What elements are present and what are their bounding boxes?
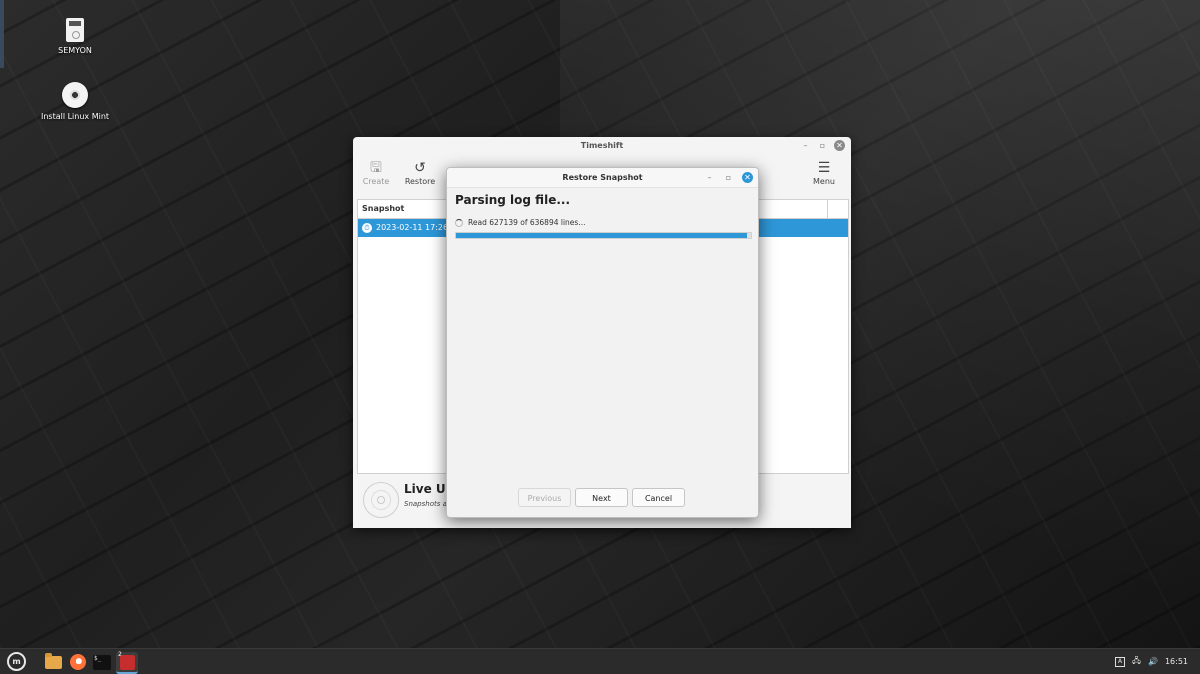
disc-icon	[363, 482, 399, 518]
create-label: Create	[362, 177, 390, 186]
mint-logo-icon: m	[12, 657, 21, 666]
snapshot-icon: ⏱	[362, 223, 372, 233]
desktop-icon-semyon[interactable]: SEMYON	[30, 18, 120, 55]
window-title: Timeshift	[580, 141, 624, 150]
usb-drive-icon	[66, 18, 84, 42]
clock[interactable]: 16:51	[1165, 657, 1188, 666]
minimize-button[interactable]: –	[704, 172, 715, 183]
file-manager-launcher[interactable]	[43, 652, 63, 672]
maximize-button[interactable]: ▫	[723, 172, 734, 183]
terminal-icon: $_	[93, 654, 111, 670]
window-count-badge: 2	[118, 651, 122, 658]
network-icon[interactable]: 🖧	[1132, 655, 1141, 669]
live-subtitle: Snapshots a	[404, 500, 447, 508]
restore-label: Restore	[404, 177, 436, 186]
cancel-button[interactable]: Cancel	[632, 488, 685, 507]
progress-status-text: Read 627139 of 636894 lines...	[468, 218, 586, 227]
create-button[interactable]: 🖫 Create	[356, 159, 396, 186]
timeshift-taskbar-button[interactable]: 2	[116, 651, 138, 674]
dialog-heading: Parsing log file...	[455, 193, 571, 207]
previous-button[interactable]: Previous	[518, 488, 571, 507]
window-controls: – ▫ ✕	[800, 140, 845, 151]
save-icon: 🖫	[370, 160, 382, 176]
folder-icon	[44, 652, 62, 669]
column-divider	[827, 200, 828, 218]
desktop: SEMYON Install Linux Mint Timeshift – ▫ …	[0, 0, 1200, 648]
terminal-launcher[interactable]: $_	[92, 652, 112, 672]
maximize-button[interactable]: ▫	[817, 140, 828, 151]
progress-status: Read 627139 of 636894 lines...	[455, 218, 585, 227]
volume-icon[interactable]: 🔊	[1148, 657, 1158, 666]
firefox-launcher[interactable]	[68, 652, 88, 672]
restore-button[interactable]: ↺ Restore	[400, 159, 440, 186]
disc-icon	[62, 82, 88, 108]
menu-button[interactable]: ☰ Menu	[804, 159, 844, 186]
next-button[interactable]: Next	[575, 488, 628, 507]
spinner-icon	[455, 218, 463, 227]
keyboard-layout-indicator[interactable]: A	[1115, 656, 1126, 667]
desktop-icon-install-linux-mint[interactable]: Install Linux Mint	[30, 82, 120, 121]
dialog-window-controls: – ▫ ✕	[704, 172, 753, 183]
minimize-button[interactable]: –	[800, 140, 811, 151]
taskbar: m $_ 2 A 🖧 🔊 16:51	[0, 648, 1200, 674]
menu-label: Menu	[813, 177, 835, 186]
progress-bar-fill	[456, 233, 747, 238]
desktop-icon-label: Install Linux Mint	[40, 112, 110, 121]
start-menu-button[interactable]: m	[7, 652, 26, 671]
dialog-buttons: Previous Next Cancel	[518, 488, 685, 507]
snapshot-header-label: Snapshot	[362, 204, 405, 213]
close-button[interactable]: ✕	[742, 172, 753, 183]
panel-edge	[0, 0, 4, 68]
desktop-icon-label: SEMYON	[58, 46, 92, 55]
hamburger-icon: ☰	[817, 160, 831, 176]
close-button[interactable]: ✕	[834, 140, 845, 151]
restore-snapshot-dialog: Restore Snapshot – ▫ ✕ Parsing log file.…	[446, 167, 759, 518]
progress-bar	[455, 232, 752, 239]
system-tray: A 🖧 🔊 16:51	[1115, 649, 1188, 674]
history-icon: ↺	[414, 160, 426, 176]
snapshot-date: 2023-02-11 17:26:	[376, 223, 451, 232]
firefox-icon	[70, 654, 86, 670]
